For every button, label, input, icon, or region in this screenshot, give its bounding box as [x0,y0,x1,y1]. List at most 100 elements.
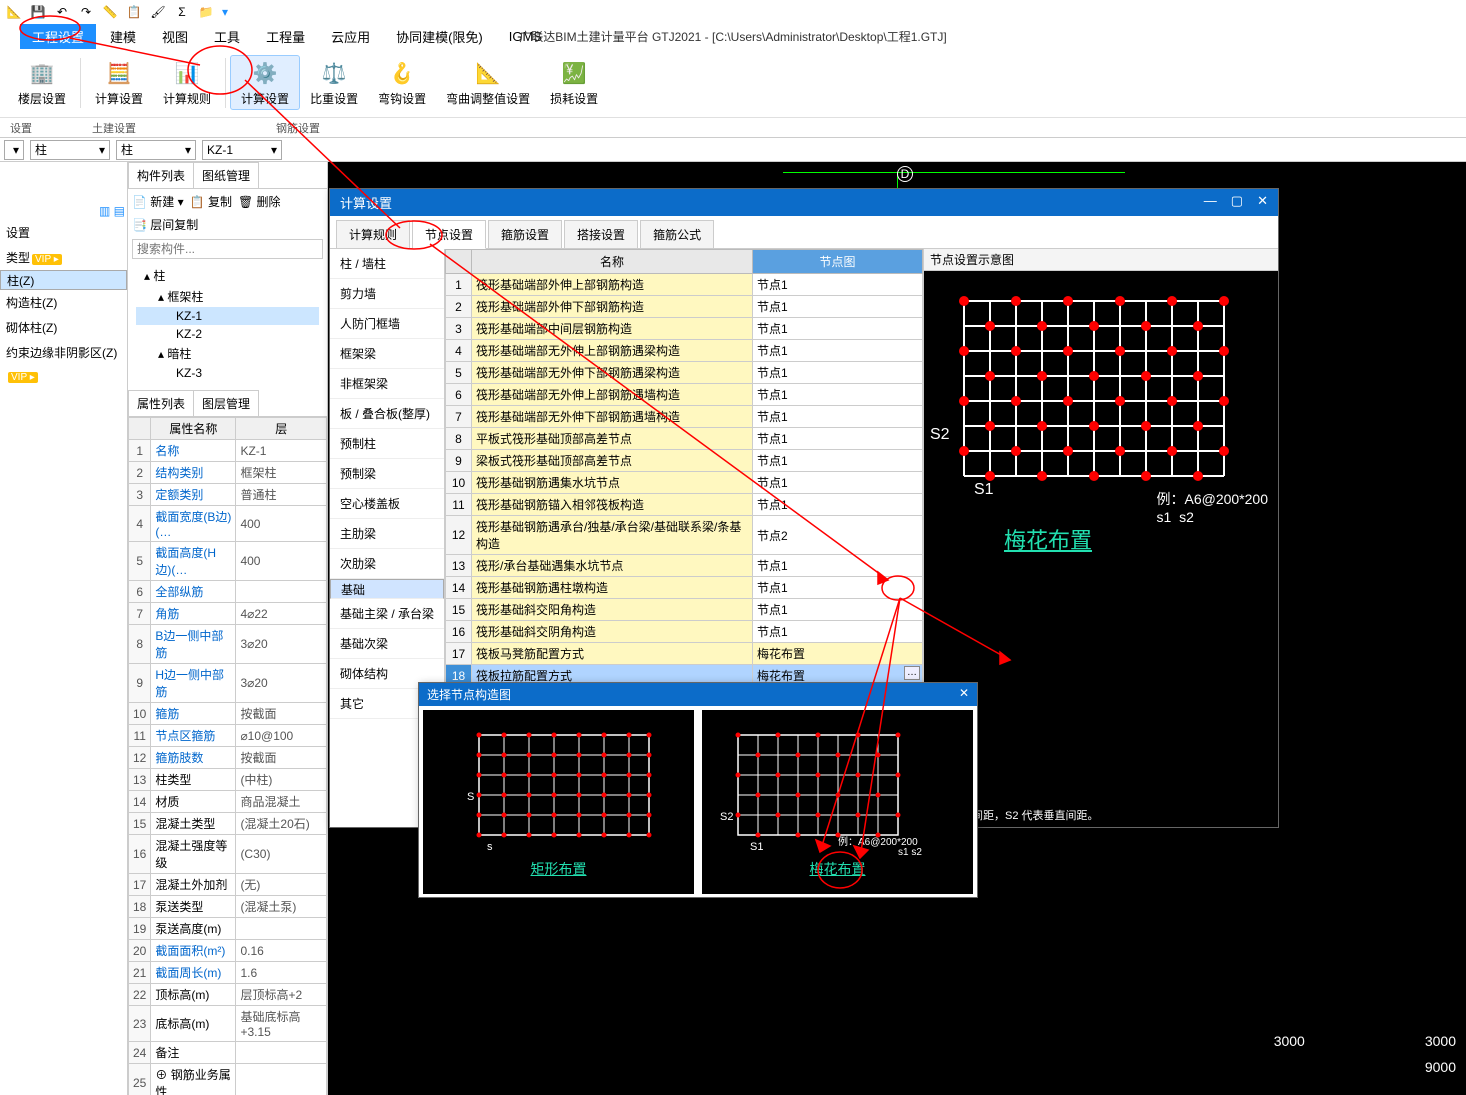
ribbon-loss-settings[interactable]: 💹损耗设置 [540,56,608,109]
menu-cloud[interactable]: 云应用 [319,24,382,49]
node-table[interactable]: 名称节点图 1 筏形基础端部外伸上部钢筋构造 节点12 筏形基础端部外伸下部钢筋… [445,249,923,709]
prop-value[interactable] [236,1042,327,1064]
ribbon-hook-settings[interactable]: 🪝弯钩设置 [368,56,436,109]
prop-name[interactable]: 截面面积(m²) [151,940,236,962]
dlg-tab-stirrup[interactable]: 箍筋设置 [488,220,562,248]
prop-name[interactable]: 箍筋 [151,703,236,725]
node-table-row[interactable]: 17 筏板马凳筋配置方式 梅花布置 [446,643,923,665]
prop-value[interactable]: 1.6 [236,962,327,984]
dialog2-titlebar[interactable]: 选择节点构造图 ✕ [419,683,977,706]
prop-value[interactable]: (混凝土泵) [236,896,327,918]
prop-value[interactable]: 基础底标高+3.15 [236,1006,327,1042]
close-icon[interactable]: ✕ [959,686,969,703]
tab-layer-mgmt[interactable]: 图层管理 [193,390,259,416]
new-button[interactable]: 📄 新建 ▾ [132,193,184,210]
row-value[interactable]: 节点1 [753,318,923,340]
prop-value[interactable]: 商品混凝土 [236,791,327,813]
delete-button[interactable]: 🗑 删除 [238,193,281,210]
prop-name[interactable]: 泵送高度(m) [151,918,236,940]
prop-name[interactable]: 节点区箍筋 [151,725,236,747]
node-table-row[interactable]: 5 筏形基础端部无外伸下部钢筋遇梁构造 节点1 [446,362,923,384]
row-value[interactable]: 节点1 [753,340,923,362]
dialog-titlebar[interactable]: 计算设置 — ▢ ✕ [330,189,1278,216]
dlg-tab-formula[interactable]: 箍筋公式 [640,220,714,248]
menu-collab[interactable]: 协同建模(限免) [384,24,495,49]
node-table-row[interactable]: 1 筏形基础端部外伸上部钢筋构造 节点1 [446,274,923,296]
dlg-tab-rules[interactable]: 计算规则 [336,220,410,248]
node-table-row[interactable]: 10 筏形基础钢筋遇集水坑节点 节点1 [446,472,923,494]
prop-name[interactable]: 全部纵筋 [151,581,236,603]
category-item[interactable]: 柱 / 墙柱 [330,249,444,279]
node-table-row[interactable]: 4 筏形基础端部无外伸上部钢筋遇梁构造 节点1 [446,340,923,362]
prop-value[interactable]: (混凝土20石) [236,813,327,835]
ruler-icon[interactable]: 📏 [102,4,118,20]
menu-engineering-settings[interactable]: 工程设置 [20,24,96,49]
brush-icon[interactable]: 🖌 [150,4,166,20]
copy-icon[interactable]: 📋 [126,4,142,20]
prop-value[interactable]: 层顶标高+2 [236,984,327,1006]
prop-name[interactable]: 材质 [151,791,236,813]
ribbon-calc-rules[interactable]: 📊计算规则 [153,56,221,109]
node-table-row[interactable]: 2 筏形基础端部外伸下部钢筋构造 节点1 [446,296,923,318]
row-value[interactable]: 节点1 [753,621,923,643]
prop-value[interactable]: (中柱) [236,769,327,791]
prop-value[interactable]: KZ-1 [236,440,327,462]
prop-value[interactable]: 框架柱 [236,462,327,484]
ribbon-calc-settings-1[interactable]: 🧮计算设置 [85,56,153,109]
close-icon[interactable]: ✕ [1257,193,1268,212]
category-item[interactable]: 基础次梁 [330,629,444,659]
search-input[interactable] [132,239,323,259]
tree-item[interactable]: 设置 [0,220,127,245]
node-table-row[interactable]: 3 筏形基础端部中间层钢筋构造 节点1 [446,318,923,340]
prop-name[interactable]: B边一侧中部筋 [151,625,236,664]
dlg-tab-nodes[interactable]: 节点设置 [412,220,486,249]
qat-dropdown-icon[interactable]: ▾ [222,5,228,19]
prop-value[interactable]: 400 [236,542,327,581]
row-value[interactable]: 节点1 [753,555,923,577]
prop-name[interactable]: 混凝土强度等级 [151,835,236,874]
prop-name[interactable]: 截面周长(m) [151,962,236,984]
node-table-row[interactable]: 7 筏形基础端部无外伸下部钢筋遇墙构造 节点1 [446,406,923,428]
minimize-icon[interactable]: — [1204,193,1217,212]
tree-leaf[interactable]: KZ-2 [136,325,319,343]
tree-node[interactable]: ▴ 框架柱 [136,286,319,307]
ribbon-calc-settings-2[interactable]: ⚙️计算设置 [230,55,300,110]
category-item[interactable]: 人防门框墙 [330,309,444,339]
tree-item[interactable]: VIP ▸ [0,365,127,387]
node-table-row[interactable]: 11 筏形基础钢筋锚入相邻筏板构造 节点1 [446,494,923,516]
category-item[interactable]: 主肋梁 [330,519,444,549]
row-value[interactable]: 节点1 [753,494,923,516]
row-value[interactable]: 节点1 [753,274,923,296]
thumb-rect-layout[interactable]: S s 矩形布置 [423,710,694,894]
tree-leaf[interactable]: KZ-3 [136,364,319,382]
row-value[interactable]: 节点1 [753,599,923,621]
menu-quantity[interactable]: 工程量 [254,24,317,49]
tree-node[interactable]: ▴ 暗柱 [136,343,319,364]
prop-name[interactable]: 箍筋肢数 [151,747,236,769]
node-table-row[interactable]: 15 筏形基础斜交阳角构造 节点1 [446,599,923,621]
tree-leaf-kz1[interactable]: KZ-1 [136,307,319,325]
node-table-row[interactable]: 9 梁板式筏形基础顶部高差节点 节点1 [446,450,923,472]
menu-tools[interactable]: 工具 [202,24,252,49]
row-value[interactable]: 梅花布置 [753,643,923,665]
dlg-tab-splice[interactable]: 搭接设置 [564,220,638,248]
selector-1[interactable]: ▾ [4,140,24,160]
selector-4[interactable]: KZ-1▾ [202,140,282,160]
menu-modeling[interactable]: 建模 [98,24,148,49]
prop-name[interactable]: H边一侧中部筋 [151,664,236,703]
save-icon[interactable]: 💾 [30,4,46,20]
row-value[interactable]: 节点1 [753,450,923,472]
prop-value[interactable] [236,581,327,603]
row-value[interactable]: 节点1 [753,362,923,384]
tree-item-column[interactable]: 柱(Z) [0,270,127,290]
category-item[interactable]: 预制梁 [330,459,444,489]
category-item[interactable]: 基础主梁 / 承台梁 [330,599,444,629]
row-value[interactable]: 节点1 [753,384,923,406]
prop-name[interactable]: 柱类型 [151,769,236,791]
category-item[interactable]: 预制柱 [330,429,444,459]
prop-value[interactable]: (无) [236,874,327,896]
prop-name[interactable]: 底标高(m) [151,1006,236,1042]
prop-value[interactable]: 0.16 [236,940,327,962]
tab-properties[interactable]: 属性列表 [128,390,194,416]
maximize-icon[interactable]: ▢ [1231,193,1243,212]
